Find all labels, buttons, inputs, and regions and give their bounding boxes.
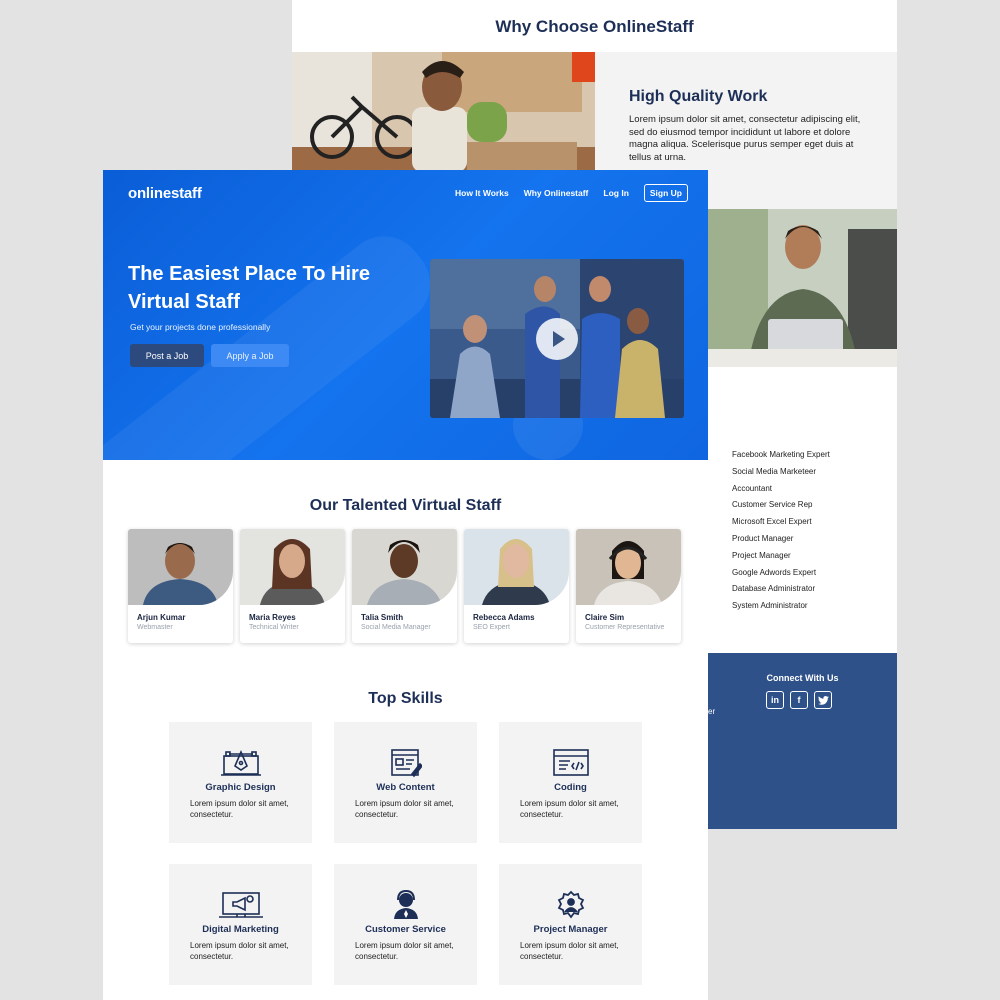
skill-card[interactable]: Web Content Lorem ipsum dolor sit amet, … bbox=[334, 722, 477, 843]
staff-card[interactable]: Arjun Kumar Webmaster bbox=[128, 529, 233, 643]
skill-card[interactable]: Graphic Design Lorem ipsum dolor sit ame… bbox=[169, 722, 312, 843]
skill-name: Web Content bbox=[376, 782, 435, 793]
staff-name: Claire Sim bbox=[585, 613, 625, 622]
staff-cards: Arjun Kumar Webmaster Maria Reyes Techni… bbox=[128, 529, 681, 643]
job-title-link[interactable]: Product Manager bbox=[732, 531, 830, 548]
skill-card[interactable]: Project Manager Lorem ipsum dolor sit am… bbox=[499, 864, 642, 985]
connect-with-us-title: Connect With Us bbox=[766, 673, 839, 683]
hero-section: onlinestaff How It Works Why Onlinestaff… bbox=[103, 170, 708, 460]
graphic-design-icon bbox=[169, 748, 312, 778]
job-title-link[interactable]: Database Administrator bbox=[732, 581, 830, 598]
job-title-link[interactable]: Microsoft Excel Expert bbox=[732, 514, 830, 531]
project-manager-icon bbox=[499, 890, 642, 920]
skill-name: Graphic Design bbox=[205, 782, 276, 793]
skill-description: Lorem ipsum dolor sit amet, consectetur. bbox=[355, 941, 454, 961]
social-links: in f bbox=[766, 691, 832, 709]
staff-photo bbox=[128, 529, 233, 605]
footer-panel: er Connect With Us in f bbox=[708, 653, 897, 829]
man-with-laptop-photo bbox=[708, 209, 897, 367]
skill-name: Coding bbox=[554, 782, 587, 793]
job-title-link[interactable]: Facebook Marketing Expert bbox=[732, 447, 830, 464]
skill-card[interactable]: Customer Service Lorem ipsum dolor sit a… bbox=[334, 864, 477, 985]
skill-description: Lorem ipsum dolor sit amet, consectetur. bbox=[520, 941, 619, 961]
skill-name: Customer Service bbox=[365, 924, 446, 935]
post-job-button[interactable]: Post a Job bbox=[130, 344, 204, 367]
apply-job-button[interactable]: Apply a Job bbox=[211, 344, 289, 367]
high-quality-text: Lorem ipsum dolor sit amet, consectetur … bbox=[629, 114, 861, 163]
linkedin-icon[interactable]: in bbox=[766, 691, 784, 709]
job-title-link[interactable]: Google Adwords Expert bbox=[732, 565, 830, 582]
staff-name: Maria Reyes bbox=[249, 613, 296, 622]
digital-marketing-icon bbox=[169, 890, 312, 920]
staff-photo bbox=[464, 529, 569, 605]
staff-role: Webmaster bbox=[137, 624, 173, 631]
staff-photo bbox=[576, 529, 681, 605]
front-page-preview: onlinestaff How It Works Why Onlinestaff… bbox=[103, 170, 708, 1000]
office-man-on-phone-photo bbox=[292, 52, 595, 172]
hero-subtitle: Get your projects done professionally bbox=[130, 322, 271, 332]
footer-cropped-text: er bbox=[708, 707, 716, 716]
staff-photo bbox=[240, 529, 345, 605]
skills-section-title: Top Skills bbox=[368, 690, 443, 707]
nav-why-onlinestaff[interactable]: Why Onlinestaff bbox=[524, 188, 589, 198]
job-title-link[interactable]: Accountant bbox=[732, 481, 830, 498]
staff-card[interactable]: Claire Sim Customer Representative bbox=[576, 529, 681, 643]
staff-name: Talia Smith bbox=[361, 613, 404, 622]
skill-card[interactable]: Digital Marketing Lorem ipsum dolor sit … bbox=[169, 864, 312, 985]
job-title-link[interactable]: Social Media Marketeer bbox=[732, 464, 830, 481]
nav-sign-up-button[interactable]: Sign Up bbox=[643, 184, 688, 202]
skill-name: Project Manager bbox=[533, 924, 608, 935]
skill-description: Lorem ipsum dolor sit amet, consectetur. bbox=[190, 799, 289, 819]
web-content-icon bbox=[334, 748, 477, 778]
facebook-icon[interactable]: f bbox=[790, 691, 808, 709]
coding-icon bbox=[499, 748, 642, 778]
staff-name: Arjun Kumar bbox=[137, 613, 186, 622]
staff-role: Technical Writer bbox=[249, 624, 299, 631]
staff-card[interactable]: Rebecca Adams SEO Expert bbox=[464, 529, 569, 643]
hero-decoration bbox=[103, 220, 447, 460]
skill-description: Lorem ipsum dolor sit amet, consectetur. bbox=[520, 799, 619, 819]
job-title-link[interactable]: Customer Service Rep bbox=[732, 497, 830, 514]
nav-how-it-works[interactable]: How It Works bbox=[455, 188, 509, 198]
staff-section-title: Our Talented Virtual Staff bbox=[309, 497, 502, 514]
why-choose-heading: Why Choose OnlineStaff bbox=[495, 17, 694, 36]
skills-grid: Graphic Design Lorem ipsum dolor sit ame… bbox=[169, 722, 642, 985]
job-title-link[interactable]: Project Manager bbox=[732, 548, 830, 565]
nav-log-in[interactable]: Log In bbox=[603, 188, 629, 198]
staff-name: Rebecca Adams bbox=[473, 613, 535, 622]
skill-card[interactable]: Coding Lorem ipsum dolor sit amet, conse… bbox=[499, 722, 642, 843]
staff-role: Customer Representative bbox=[585, 624, 665, 631]
job-title-link[interactable]: System Administrator bbox=[732, 598, 830, 615]
hero-title: The Easiest Place To Hire Virtual Staff bbox=[128, 263, 370, 313]
high-quality-title: High Quality Work bbox=[629, 88, 768, 105]
staff-role: Social Media Manager bbox=[361, 624, 431, 631]
skill-name: Digital Marketing bbox=[202, 924, 279, 935]
main-nav: How It Works Why Onlinestaff Log In Sign… bbox=[455, 184, 688, 202]
staff-card[interactable]: Maria Reyes Technical Writer bbox=[240, 529, 345, 643]
skill-description: Lorem ipsum dolor sit amet, consectetur. bbox=[355, 799, 454, 819]
staff-card[interactable]: Talia Smith Social Media Manager bbox=[352, 529, 457, 643]
skill-description: Lorem ipsum dolor sit amet, consectetur. bbox=[190, 941, 289, 961]
customer-service-icon bbox=[334, 890, 477, 920]
twitter-icon[interactable] bbox=[814, 691, 832, 709]
staff-photo bbox=[352, 529, 457, 605]
job-titles-list: Facebook Marketing Expert Social Media M… bbox=[732, 447, 830, 615]
site-logo[interactable]: onlinestaff bbox=[128, 185, 202, 202]
staff-role: SEO Expert bbox=[473, 624, 510, 631]
play-icon[interactable] bbox=[536, 318, 578, 360]
intro-video[interactable] bbox=[430, 259, 684, 418]
